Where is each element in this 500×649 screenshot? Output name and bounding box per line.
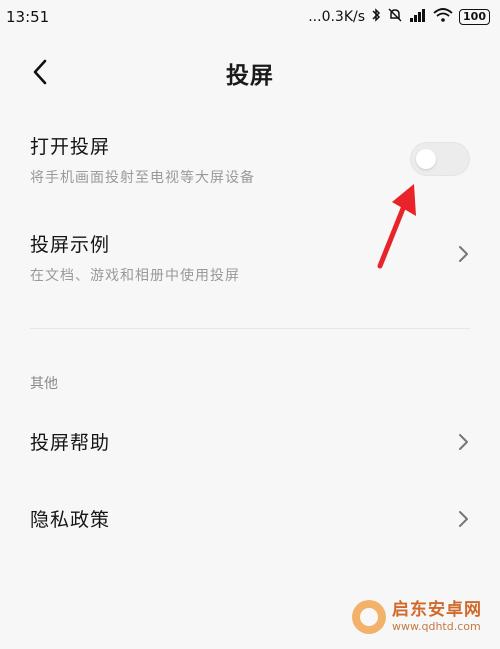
wifi-icon	[433, 8, 453, 26]
status-time: 13:51	[6, 8, 50, 26]
setting-title: 投屏帮助	[30, 432, 111, 454]
network-speed: ...0.3K/s	[308, 9, 366, 25]
setting-title: 隐私政策	[30, 509, 111, 531]
bluetooth-icon	[371, 7, 381, 27]
cast-toggle-switch[interactable]	[410, 142, 470, 176]
battery-icon: 100	[459, 9, 490, 25]
chevron-right-icon	[459, 511, 468, 527]
watermark-text: 启东安卓网	[392, 600, 482, 620]
watermark-logo-icon	[352, 600, 386, 634]
header: 投屏	[0, 44, 500, 100]
setting-examples-row[interactable]: 投屏示例 在文档、游戏和相册中使用投屏	[30, 230, 470, 290]
chevron-right-icon	[459, 246, 468, 262]
status-bar: 13:51 ...0.3K/s 100	[0, 0, 500, 34]
divider	[30, 328, 470, 329]
setting-privacy-row[interactable]: 隐私政策	[30, 505, 470, 539]
page-title: 投屏	[226, 63, 274, 89]
section-label-other: 其他	[30, 376, 58, 392]
setting-subtitle: 在文档、游戏和相册中使用投屏	[30, 268, 240, 284]
signal-icon	[409, 8, 427, 26]
status-icons: ...0.3K/s 100	[308, 7, 490, 27]
setting-title: 打开投屏	[30, 136, 111, 158]
alarm-off-icon	[387, 7, 403, 27]
setting-help-row[interactable]: 投屏帮助	[30, 428, 470, 462]
toggle-knob	[416, 149, 436, 169]
watermark-url: www.qdhtd.com	[392, 620, 481, 633]
setting-title: 投屏示例	[30, 234, 111, 256]
watermark: 启东安卓网 www.qdhtd.com	[352, 589, 492, 645]
chevron-right-icon	[459, 434, 468, 450]
